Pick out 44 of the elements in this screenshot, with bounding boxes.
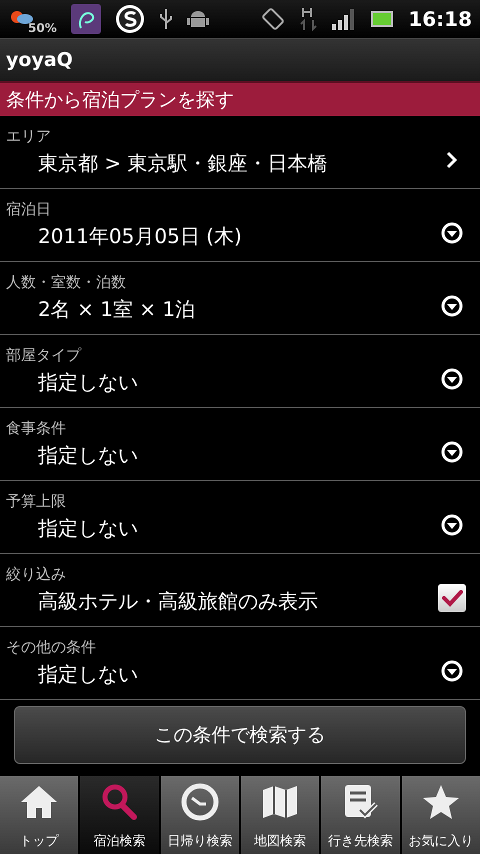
- chat-app-icon: [114, 4, 145, 34]
- field-label: 人数・室数・泊数: [6, 273, 127, 292]
- field-label: 絞り込み: [6, 565, 67, 584]
- clock-icon: [180, 782, 220, 822]
- field-value[interactable]: 指定しない: [38, 442, 424, 469]
- search-button[interactable]: この条件で検索する: [14, 706, 466, 764]
- field-value[interactable]: 指定しない: [38, 515, 424, 542]
- dropdown-icon[interactable]: [440, 221, 464, 245]
- field-value[interactable]: 2名 × 1室 × 1泊: [38, 296, 424, 323]
- android-icon: [186, 8, 209, 30]
- dropdown-icon[interactable]: [440, 659, 464, 683]
- weather-percent: 50%: [28, 21, 57, 35]
- field-value[interactable]: 指定しない: [38, 661, 424, 688]
- section-title: 条件から宿泊プランを探す: [6, 88, 234, 112]
- checkbox[interactable]: [438, 584, 466, 612]
- chevron-right-icon: [446, 151, 458, 169]
- field-value[interactable]: 東京都 > 東京駅・銀座・日本橋: [38, 150, 424, 177]
- network-icon: [300, 6, 318, 32]
- field-label: 予算上限: [6, 492, 67, 511]
- dropdown-icon[interactable]: [440, 367, 464, 391]
- nav-tab[interactable]: 宿泊検索: [80, 776, 159, 854]
- field-label: 宿泊日: [6, 200, 52, 219]
- app-notification-icon: [70, 4, 101, 34]
- field-label: エリア: [6, 127, 52, 146]
- field-value[interactable]: 高級ホテル・高級旅館のみ表示: [38, 588, 424, 615]
- signal-icon: [332, 8, 356, 30]
- field-label: その他の条件: [6, 638, 97, 657]
- dropdown-icon[interactable]: [440, 294, 464, 318]
- nav-tab[interactable]: トップ: [0, 776, 78, 854]
- field-label: 食事条件: [6, 419, 67, 438]
- field-label: 部屋タイプ: [6, 346, 82, 365]
- app-title: yoyaQ: [6, 49, 73, 71]
- nav-tab[interactable]: お気に入り: [402, 776, 480, 854]
- clock-time: 16:18: [408, 7, 472, 31]
- battery-icon: [370, 10, 394, 28]
- dropdown-icon[interactable]: [440, 513, 464, 537]
- field-value[interactable]: 指定しない: [38, 369, 424, 396]
- rotation-icon: [260, 6, 286, 32]
- usb-icon: [158, 7, 173, 31]
- nav-tab[interactable]: 行き先検索: [321, 776, 400, 854]
- field-value[interactable]: 2011年05月05日 (木): [38, 223, 424, 250]
- nav-tab[interactable]: 地図検索: [241, 776, 320, 854]
- nav-tab[interactable]: 日帰り検索: [160, 776, 239, 854]
- dropdown-icon[interactable]: [440, 440, 464, 464]
